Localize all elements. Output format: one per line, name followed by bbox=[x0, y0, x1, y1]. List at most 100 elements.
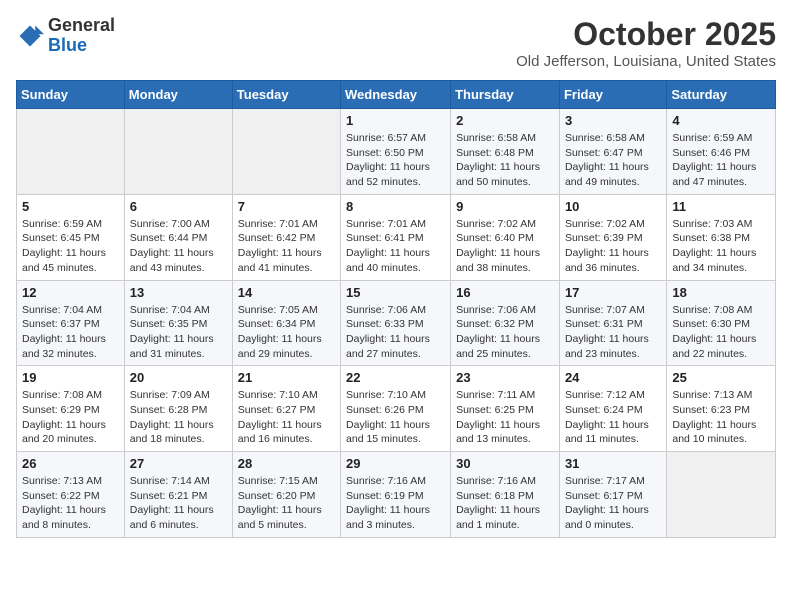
day-info: Sunrise: 7:04 AM Sunset: 6:37 PM Dayligh… bbox=[22, 303, 119, 362]
calendar-cell: 17Sunrise: 7:07 AM Sunset: 6:31 PM Dayli… bbox=[559, 280, 666, 366]
logo-icon bbox=[16, 22, 44, 50]
day-number: 20 bbox=[130, 370, 227, 385]
day-info: Sunrise: 7:15 AM Sunset: 6:20 PM Dayligh… bbox=[238, 474, 335, 533]
location-title: Old Jefferson, Louisiana, United States bbox=[516, 53, 776, 70]
title-block: October 2025 Old Jefferson, Louisiana, U… bbox=[516, 16, 776, 70]
day-info: Sunrise: 7:08 AM Sunset: 6:30 PM Dayligh… bbox=[672, 303, 770, 362]
day-number: 17 bbox=[565, 285, 661, 300]
calendar-cell: 23 Sunrise: 7:11 AM Sunset: 6:25 PM Dayli… bbox=[451, 366, 560, 452]
calendar-cell: 19 Sunrise: 7:08 AM Sunset: 6:29 PM Dayli… bbox=[17, 366, 125, 452]
day-info: Sunrise: 6:58 AM Sunset: 6:47 PM Dayligh… bbox=[565, 131, 661, 190]
day-number: 11 bbox=[672, 199, 770, 214]
calendar-cell bbox=[124, 109, 232, 195]
calendar-cell: 16Sunrise: 7:06 AM Sunset: 6:32 PM Dayli… bbox=[451, 280, 560, 366]
day-info: Sunrise: 7:11 AM Sunset: 6:25 PM Dayligh… bbox=[456, 388, 554, 447]
day-number: 6 bbox=[130, 199, 227, 214]
day-info: Sunrise: 7:01 AM Sunset: 6:42 PM Dayligh… bbox=[238, 217, 335, 276]
page-header: General Blue October 2025 Old Jefferson,… bbox=[16, 16, 776, 70]
day-number: 23 bbox=[456, 370, 554, 385]
calendar-cell: 10 Sunrise: 7:02 AM Sunset: 6:39 PM Dayli… bbox=[559, 194, 666, 280]
day-number: 9 bbox=[456, 199, 554, 214]
day-info: Sunrise: 7:08 AM Sunset: 6:29 PM Dayligh… bbox=[22, 388, 119, 447]
day-info: Sunrise: 7:02 AM Sunset: 6:40 PM Dayligh… bbox=[456, 217, 554, 276]
day-info: Sunrise: 6:57 AM Sunset: 6:50 PM Dayligh… bbox=[346, 131, 445, 190]
day-number: 15 bbox=[346, 285, 445, 300]
day-info: Sunrise: 7:05 AM Sunset: 6:34 PM Dayligh… bbox=[238, 303, 335, 362]
day-number: 1 bbox=[346, 113, 445, 128]
calendar-cell: 9 Sunrise: 7:02 AM Sunset: 6:40 PM Daylig… bbox=[451, 194, 560, 280]
calendar-cell: 18 Sunrise: 7:08 AM Sunset: 6:30 PM Dayli… bbox=[667, 280, 776, 366]
day-number: 19 bbox=[22, 370, 119, 385]
calendar-cell: 11 Sunrise: 7:03 AM Sunset: 6:38 PM Dayli… bbox=[667, 194, 776, 280]
logo: General Blue bbox=[16, 16, 115, 56]
day-info: Sunrise: 7:13 AM Sunset: 6:22 PM Dayligh… bbox=[22, 474, 119, 533]
calendar-cell: 20 Sunrise: 7:09 AM Sunset: 6:28 PM Dayli… bbox=[124, 366, 232, 452]
calendar-week-4: 19 Sunrise: 7:08 AM Sunset: 6:29 PM Dayli… bbox=[17, 366, 776, 452]
day-info: Sunrise: 7:06 AM Sunset: 6:33 PM Dayligh… bbox=[346, 303, 445, 362]
day-info: Sunrise: 7:09 AM Sunset: 6:28 PM Dayligh… bbox=[130, 388, 227, 447]
day-info: Sunrise: 6:58 AM Sunset: 6:48 PM Dayligh… bbox=[456, 131, 554, 190]
day-number: 21 bbox=[238, 370, 335, 385]
weekday-friday: Friday bbox=[559, 81, 666, 109]
day-info: Sunrise: 7:17 AM Sunset: 6:17 PM Dayligh… bbox=[565, 474, 661, 533]
calendar-cell: 25 Sunrise: 7:13 AM Sunset: 6:23 PM Dayli… bbox=[667, 366, 776, 452]
calendar-cell bbox=[667, 452, 776, 538]
calendar-cell bbox=[17, 109, 125, 195]
weekday-sunday: Sunday bbox=[17, 81, 125, 109]
weekday-tuesday: Tuesday bbox=[232, 81, 340, 109]
day-number: 24 bbox=[565, 370, 661, 385]
calendar-cell: 27Sunrise: 7:14 AM Sunset: 6:21 PM Dayli… bbox=[124, 452, 232, 538]
day-number: 12 bbox=[22, 285, 119, 300]
day-info: Sunrise: 7:10 AM Sunset: 6:26 PM Dayligh… bbox=[346, 388, 445, 447]
month-title: October 2025 bbox=[516, 16, 776, 53]
weekday-monday: Monday bbox=[124, 81, 232, 109]
day-number: 28 bbox=[238, 456, 335, 471]
calendar-cell: 28 Sunrise: 7:15 AM Sunset: 6:20 PM Dayli… bbox=[232, 452, 340, 538]
calendar-cell: 31 Sunrise: 7:17 AM Sunset: 6:17 PM Dayli… bbox=[559, 452, 666, 538]
day-number: 25 bbox=[672, 370, 770, 385]
calendar-cell: 6 Sunrise: 7:00 AM Sunset: 6:44 PM Daylig… bbox=[124, 194, 232, 280]
calendar-cell: 24Sunrise: 7:12 AM Sunset: 6:24 PM Dayli… bbox=[559, 366, 666, 452]
day-info: Sunrise: 6:59 AM Sunset: 6:45 PM Dayligh… bbox=[22, 217, 119, 276]
calendar-week-2: 5 Sunrise: 6:59 AM Sunset: 6:45 PM Daylig… bbox=[17, 194, 776, 280]
calendar-cell: 14Sunrise: 7:05 AM Sunset: 6:34 PM Dayli… bbox=[232, 280, 340, 366]
calendar-week-1: 1 Sunrise: 6:57 AM Sunset: 6:50 PM Daylig… bbox=[17, 109, 776, 195]
day-number: 10 bbox=[565, 199, 661, 214]
day-info: Sunrise: 7:13 AM Sunset: 6:23 PM Dayligh… bbox=[672, 388, 770, 447]
day-info: Sunrise: 7:03 AM Sunset: 6:38 PM Dayligh… bbox=[672, 217, 770, 276]
day-info: Sunrise: 7:10 AM Sunset: 6:27 PM Dayligh… bbox=[238, 388, 335, 447]
day-info: Sunrise: 7:00 AM Sunset: 6:44 PM Dayligh… bbox=[130, 217, 227, 276]
day-info: Sunrise: 7:02 AM Sunset: 6:39 PM Dayligh… bbox=[565, 217, 661, 276]
day-info: Sunrise: 7:16 AM Sunset: 6:18 PM Dayligh… bbox=[456, 474, 554, 533]
day-number: 4 bbox=[672, 113, 770, 128]
day-number: 26 bbox=[22, 456, 119, 471]
day-info: Sunrise: 7:14 AM Sunset: 6:21 PM Dayligh… bbox=[130, 474, 227, 533]
logo-blue: Blue bbox=[48, 35, 87, 55]
calendar-body: 1 Sunrise: 6:57 AM Sunset: 6:50 PM Daylig… bbox=[17, 109, 776, 538]
calendar-cell: 29 Sunrise: 7:16 AM Sunset: 6:19 PM Dayli… bbox=[341, 452, 451, 538]
day-info: Sunrise: 7:16 AM Sunset: 6:19 PM Dayligh… bbox=[346, 474, 445, 533]
day-number: 29 bbox=[346, 456, 445, 471]
calendar-cell: 4Sunrise: 6:59 AM Sunset: 6:46 PM Daylig… bbox=[667, 109, 776, 195]
day-info: Sunrise: 7:06 AM Sunset: 6:32 PM Dayligh… bbox=[456, 303, 554, 362]
weekday-saturday: Saturday bbox=[667, 81, 776, 109]
day-number: 22 bbox=[346, 370, 445, 385]
calendar-cell: 30 Sunrise: 7:16 AM Sunset: 6:18 PM Dayli… bbox=[451, 452, 560, 538]
calendar-cell: 2 Sunrise: 6:58 AM Sunset: 6:48 PM Daylig… bbox=[451, 109, 560, 195]
calendar-table: SundayMondayTuesdayWednesdayThursdayFrid… bbox=[16, 80, 776, 538]
day-number: 5 bbox=[22, 199, 119, 214]
day-info: Sunrise: 7:04 AM Sunset: 6:35 PM Dayligh… bbox=[130, 303, 227, 362]
calendar-week-5: 26 Sunrise: 7:13 AM Sunset: 6:22 PM Dayli… bbox=[17, 452, 776, 538]
logo-text: General Blue bbox=[48, 16, 115, 56]
calendar-cell: 26 Sunrise: 7:13 AM Sunset: 6:22 PM Dayli… bbox=[17, 452, 125, 538]
calendar-cell: 15 Sunrise: 7:06 AM Sunset: 6:33 PM Dayli… bbox=[341, 280, 451, 366]
day-number: 31 bbox=[565, 456, 661, 471]
calendar-cell: 12 Sunrise: 7:04 AM Sunset: 6:37 PM Dayli… bbox=[17, 280, 125, 366]
calendar-cell: 8Sunrise: 7:01 AM Sunset: 6:41 PM Daylig… bbox=[341, 194, 451, 280]
day-number: 2 bbox=[456, 113, 554, 128]
day-number: 8 bbox=[346, 199, 445, 214]
day-number: 18 bbox=[672, 285, 770, 300]
day-number: 30 bbox=[456, 456, 554, 471]
calendar-week-3: 12 Sunrise: 7:04 AM Sunset: 6:37 PM Dayli… bbox=[17, 280, 776, 366]
calendar-cell: 7Sunrise: 7:01 AM Sunset: 6:42 PM Daylig… bbox=[232, 194, 340, 280]
